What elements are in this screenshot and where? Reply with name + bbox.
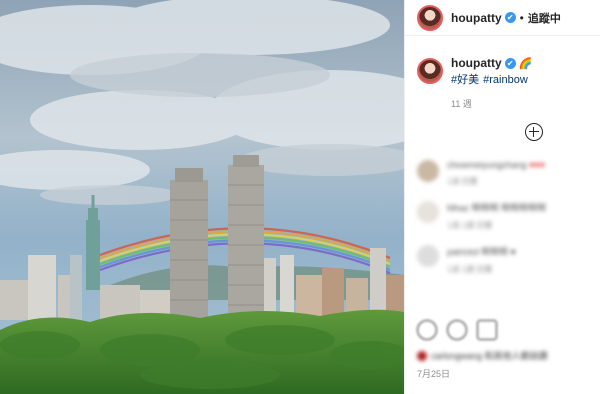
comment-text: chowmeiyungzhang [447, 160, 527, 170]
instagram-post-modal: houpatty ✔ • 追蹤中 houpatty ✔ 🌈 #好美 #rainbo… [0, 0, 600, 394]
hashtag-link[interactable]: #好美 [451, 74, 479, 86]
rainbow-skyline-image [0, 0, 404, 394]
avatar[interactable] [417, 245, 439, 267]
comment-item: fdhaz 啊啊啊 啊啊啊啊啊 1週 1讚 回覆 [417, 201, 600, 231]
post-date: 7月25日 [417, 369, 451, 379]
hashtags: #好美 #rainbow [451, 71, 532, 87]
post-caption: houpatty ✔ 🌈 #好美 #rainbow 11 週 [405, 36, 600, 110]
following-button[interactable]: 追蹤中 [528, 10, 561, 26]
comment-item: chowmeiyungzhang ♥♥♥ 1週 回覆 [417, 160, 600, 187]
comment-text: patrickd 啊啊啊 ♥ [447, 247, 516, 257]
plus-circle-icon[interactable] [525, 123, 543, 141]
likes-summary[interactable]: carlongwang 和其他人都說讚 [417, 349, 548, 362]
heart-icon[interactable] [417, 320, 437, 340]
comment-icon[interactable] [447, 320, 467, 340]
separator-dot: • [519, 10, 524, 25]
comments-list: chowmeiyungzhang ♥♥♥ 1週 回覆 fdhaz 啊啊啊 啊啊啊… [417, 160, 600, 289]
avatar[interactable] [417, 201, 439, 223]
username[interactable]: houpatty [451, 11, 502, 25]
comment-meta[interactable]: 1週 1讚 回覆 [447, 264, 600, 275]
comment-meta[interactable]: 1週 回覆 [447, 176, 600, 187]
post-time-ago: 11 週 [451, 99, 472, 109]
post-header: houpatty ✔ • 追蹤中 [405, 0, 600, 36]
verified-badge-icon: ✔ [504, 12, 516, 23]
comment-item: patrickd 啊啊啊 ♥ 1週 1讚 回覆 [417, 245, 600, 275]
post-photo[interactable] [0, 0, 404, 394]
comment-emoji: ♥♥♥ [529, 160, 546, 170]
liker-avatar [417, 350, 427, 361]
caption-verified-badge-icon: ✔ [504, 57, 516, 69]
caption-username[interactable]: houpatty [451, 56, 502, 70]
likes-text: carlongwang 和其他人都說讚 [431, 351, 548, 361]
hashtag-link[interactable]: #rainbow [483, 74, 528, 86]
avatar[interactable] [417, 4, 443, 31]
comment-text: fdhaz 啊啊啊 啊啊啊啊啊 [447, 203, 547, 213]
caption-avatar[interactable] [417, 58, 443, 84]
comment-meta[interactable]: 1週 1讚 回覆 [447, 220, 600, 231]
rainbow-emoji: 🌈 [518, 57, 533, 70]
post-side-panel: houpatty ✔ • 追蹤中 houpatty ✔ 🌈 #好美 #rainbo… [404, 0, 600, 394]
share-icon[interactable] [477, 320, 497, 340]
avatar[interactable] [417, 160, 439, 182]
post-actions [417, 320, 497, 340]
